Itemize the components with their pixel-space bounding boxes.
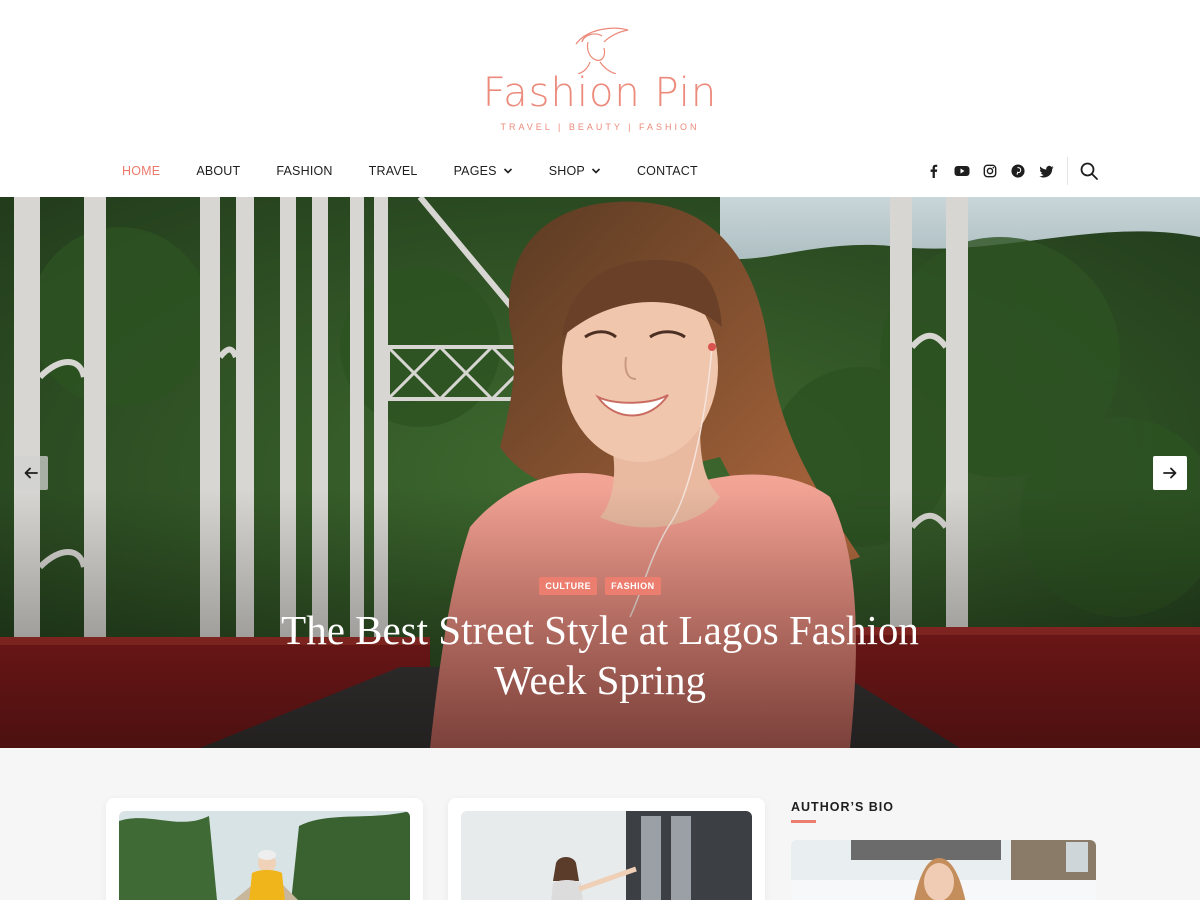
nav-item-home[interactable]: HOME bbox=[122, 164, 160, 178]
nav-item-label: CONTACT bbox=[636, 164, 698, 178]
hero-post-title[interactable]: The Best Street Style at Lagos Fashion W… bbox=[250, 605, 950, 705]
post-thumbnail[interactable] bbox=[461, 811, 752, 900]
nav-item-about[interactable]: ABOUT bbox=[196, 164, 240, 178]
slider-next-button[interactable] bbox=[1153, 456, 1187, 490]
nav-item-shop[interactable]: SHOP bbox=[549, 164, 601, 178]
slider-prev-button[interactable] bbox=[14, 456, 48, 490]
post-card[interactable] bbox=[448, 798, 765, 900]
post-thumbnail[interactable] bbox=[119, 811, 410, 900]
instagram-icon[interactable] bbox=[982, 163, 998, 179]
site-tagline: TRAVEL | BEAUTY | FASHION bbox=[500, 122, 700, 132]
nav-divider bbox=[1067, 157, 1068, 185]
primary-menu: HOME ABOUT FASHION TRAVEL PAGES SHOP CON… bbox=[122, 145, 734, 197]
logo-mark-icon bbox=[575, 27, 629, 74]
nav-item-label: SHOP bbox=[548, 164, 585, 178]
author-photo bbox=[791, 840, 1096, 900]
chevron-down-icon bbox=[591, 168, 601, 174]
social-links bbox=[926, 145, 1054, 197]
widget-title-authors-bio: AUTHOR’S BIO bbox=[791, 800, 894, 814]
nav-item-label: FASHION bbox=[276, 164, 333, 178]
nav-item-label: TRAVEL bbox=[368, 164, 418, 178]
category-tag-fashion[interactable]: FASHION bbox=[605, 577, 661, 595]
nav-item-pages[interactable]: PAGES bbox=[454, 164, 513, 178]
nav-item-fashion[interactable]: FASHION bbox=[276, 164, 332, 178]
widget-title-underline bbox=[791, 820, 816, 823]
arrow-left-icon bbox=[24, 467, 38, 479]
twitter-icon[interactable] bbox=[1038, 163, 1054, 179]
arrow-right-icon bbox=[1163, 467, 1177, 479]
nav-item-travel[interactable]: TRAVEL bbox=[369, 164, 418, 178]
site-header: Fashion Pin TRAVEL | BEAUTY | FASHION bbox=[0, 0, 1200, 145]
hero-slider: CULTURE FASHION The Best Street Style at… bbox=[0, 197, 1200, 748]
category-tag-culture[interactable]: CULTURE bbox=[539, 577, 598, 595]
search-icon[interactable] bbox=[1079, 161, 1099, 181]
post-categories: CULTURE FASHION bbox=[0, 577, 1200, 595]
content-area: AUTHOR’S BIO bbox=[0, 748, 1200, 900]
nav-item-label: ABOUT bbox=[196, 164, 241, 178]
nav-item-label: HOME bbox=[122, 164, 161, 178]
nav-item-contact[interactable]: CONTACT bbox=[637, 164, 698, 178]
facebook-icon[interactable] bbox=[926, 163, 942, 179]
site-title[interactable]: Fashion Pin bbox=[0, 70, 1200, 116]
main-navigation: HOME ABOUT FASHION TRAVEL PAGES SHOP CON… bbox=[0, 145, 1200, 197]
nav-item-label: PAGES bbox=[453, 164, 497, 178]
post-card[interactable] bbox=[106, 798, 423, 900]
pinterest-icon[interactable] bbox=[1010, 163, 1026, 179]
youtube-icon[interactable] bbox=[954, 163, 970, 179]
chevron-down-icon bbox=[503, 168, 512, 174]
